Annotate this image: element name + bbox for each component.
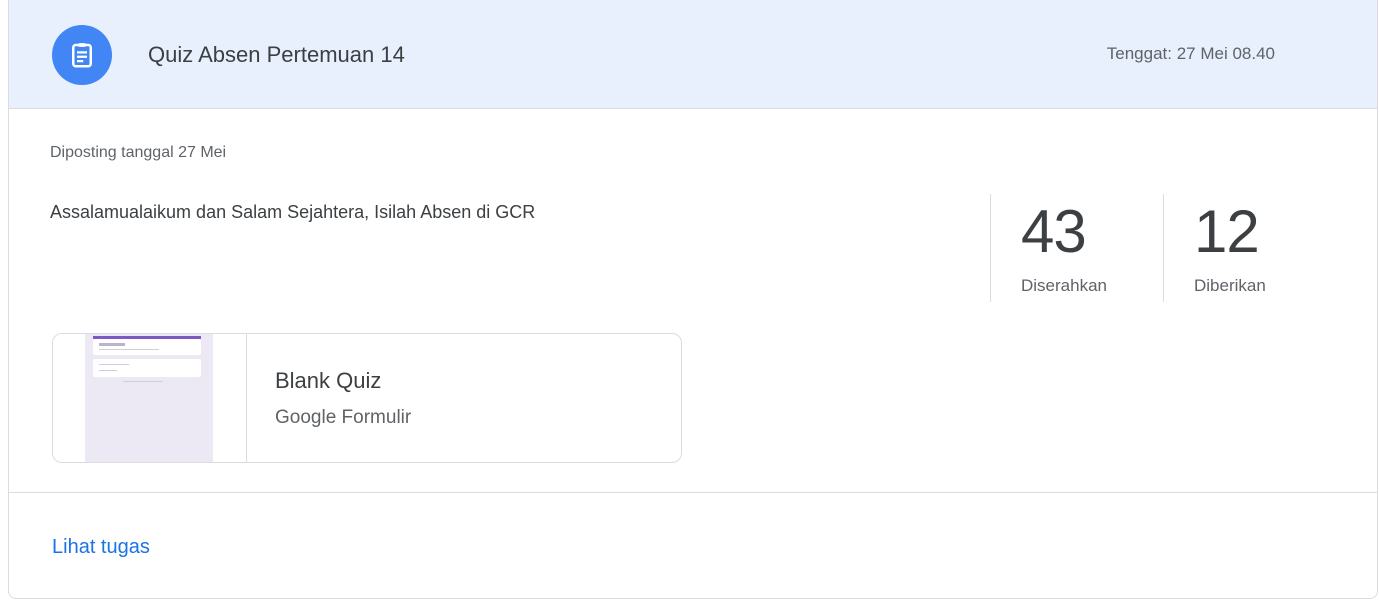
assignment-card: Quiz Absen Pertemuan 14 Tenggat: 27 Mei … <box>8 0 1378 599</box>
assignment-header[interactable]: Quiz Absen Pertemuan 14 Tenggat: 27 Mei … <box>9 0 1377 109</box>
form-preview <box>85 334 213 462</box>
stat-assigned-count: 12 <box>1194 198 1260 265</box>
attachment-thumbnail <box>53 334 247 462</box>
form-preview-footer <box>123 381 163 382</box>
assignment-icon <box>52 25 112 85</box>
view-assignment-link[interactable]: Lihat tugas <box>52 536 150 559</box>
assignment-instructions: Assalamualaikum dan Salam Sejahtera, Isi… <box>50 202 536 222</box>
stat-assigned[interactable]: 12 Diberikan <box>1163 194 1303 302</box>
form-preview-header <box>93 339 201 355</box>
clipboard-icon <box>72 43 92 68</box>
posted-date: Diposting tanggal 27 Mei <box>50 144 227 161</box>
stat-turned-in-count: 43 <box>1021 198 1087 265</box>
due-date: Tenggat: 27 Mei 08.40 <box>1106 44 1275 63</box>
stat-turned-in[interactable]: 43 Diserahkan <box>990 194 1163 302</box>
assignment-title[interactable]: Quiz Absen Pertemuan 14 <box>148 42 405 68</box>
stat-turned-in-label: Diserahkan <box>1021 276 1107 295</box>
submission-stats: 43 Diserahkan 12 Diberikan <box>990 194 1303 302</box>
form-preview-question <box>93 359 201 377</box>
footer-divider <box>9 492 1377 493</box>
attachment-card[interactable]: Blank Quiz Google Formulir <box>52 333 682 463</box>
attachment-title: Blank Quiz <box>275 368 382 393</box>
attachment-type: Google Formulir <box>275 407 412 428</box>
stat-assigned-label: Diberikan <box>1194 276 1266 295</box>
